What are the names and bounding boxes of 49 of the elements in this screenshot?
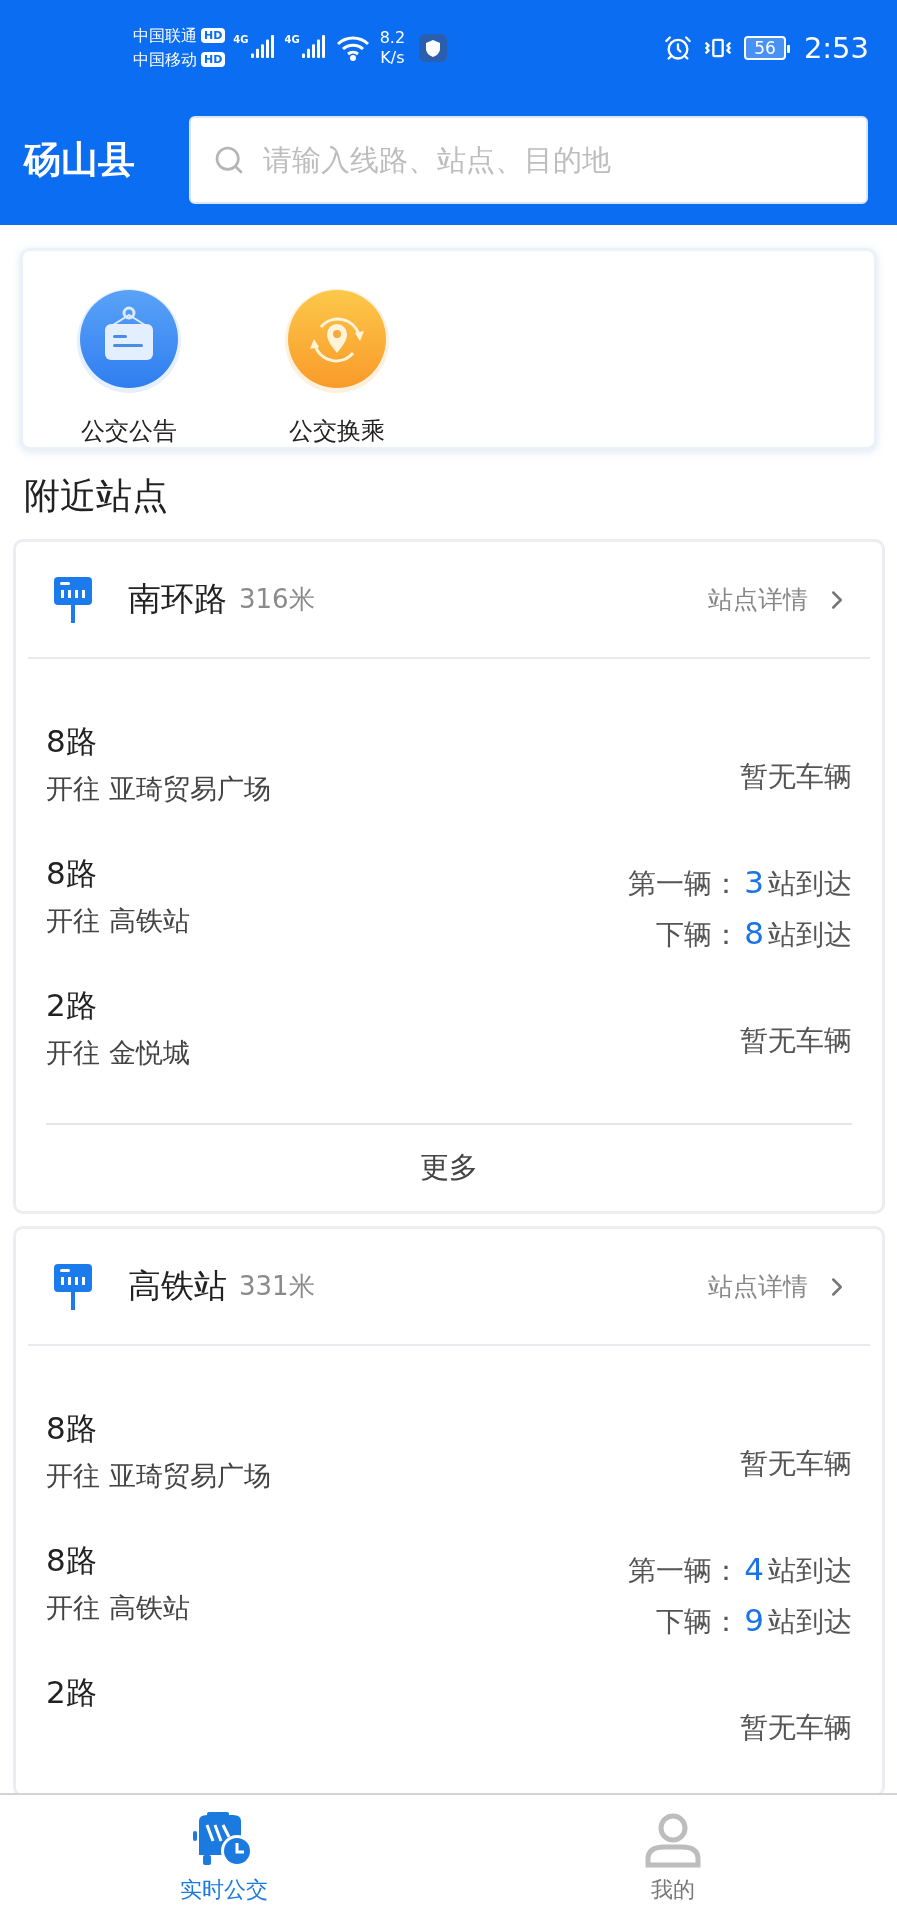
route-name[interactable]: 8路 <box>46 1408 271 1450</box>
tab[interactable]: 实时公交 <box>0 1795 449 1920</box>
hd-badge: HD <box>201 52 226 67</box>
no-vehicle-status: 暂无车辆 <box>740 1446 852 1482</box>
shield-icon <box>419 33 448 62</box>
no-vehicle-status: 暂无车辆 <box>740 1710 852 1746</box>
clock-time: 2:53 <box>803 30 869 65</box>
location-transfer-icon <box>283 287 391 395</box>
bus-stop-sign-icon <box>54 1263 92 1310</box>
route-name[interactable]: 8路 <box>46 853 190 895</box>
alarm-icon <box>664 33 693 62</box>
network-type: 4G <box>233 33 249 45</box>
speed-value: 8.2 <box>379 27 406 48</box>
network-type: 4G <box>284 33 300 45</box>
route-name[interactable]: 8路 <box>46 1540 190 1582</box>
route-destination: 开往 高铁站 <box>46 1591 190 1625</box>
carrier-name: 中国联通 <box>133 25 197 46</box>
shortcut-button[interactable]: 公交换乘 <box>283 287 391 447</box>
city-name[interactable]: 砀山县 <box>24 135 135 185</box>
no-vehicle-status: 暂无车辆 <box>740 1023 852 1059</box>
arrival-info: 第一辆：4站到达 <box>628 1551 852 1589</box>
station-distance: 316米 <box>239 583 315 616</box>
more-button[interactable]: 更多 <box>46 1123 852 1211</box>
arrival-info: 下辆：8 站到达 <box>656 915 852 953</box>
station-detail-link[interactable]: 站点详情 <box>708 583 852 616</box>
arrival-info: 第一辆：3 站到达 <box>628 864 852 902</box>
notice-board-icon <box>75 287 183 395</box>
route-destination: 开往 高铁站 <box>46 904 190 938</box>
route-destination: 开往 亚琦贸易广场 <box>46 1459 271 1493</box>
no-vehicle-status: 暂无车辆 <box>740 759 852 795</box>
route-name[interactable]: 2路 <box>46 1672 97 1714</box>
search-field[interactable]: 请输入线路、站点、目的地 <box>189 116 868 204</box>
search-icon <box>213 144 245 176</box>
route-name[interactable]: 8路 <box>46 721 271 763</box>
station-name: 高铁站 <box>128 1265 227 1307</box>
station-distance: 331米 <box>239 1270 315 1303</box>
arrival-info: 下辆：9 站到达 <box>656 1602 852 1640</box>
carrier-name: 中国移动 <box>133 49 197 70</box>
route-destination: 开往 亚琦贸易广场 <box>46 772 271 806</box>
route-name[interactable]: 2路 <box>46 985 190 1027</box>
station-detail-link[interactable]: 站点详情 <box>708 1270 852 1303</box>
shortcut-button[interactable]: 公交公告 <box>75 287 183 447</box>
bus-stop-sign-icon <box>54 576 92 623</box>
route-destination: 开往 金悦城 <box>46 1036 190 1070</box>
station-name: 南环路 <box>128 578 227 620</box>
section-title: 附近站点 <box>24 474 169 518</box>
speed-unit: K/s <box>380 47 405 68</box>
hd-badge: HD <box>201 28 226 43</box>
tab[interactable]: 我的 <box>448 1795 897 1920</box>
